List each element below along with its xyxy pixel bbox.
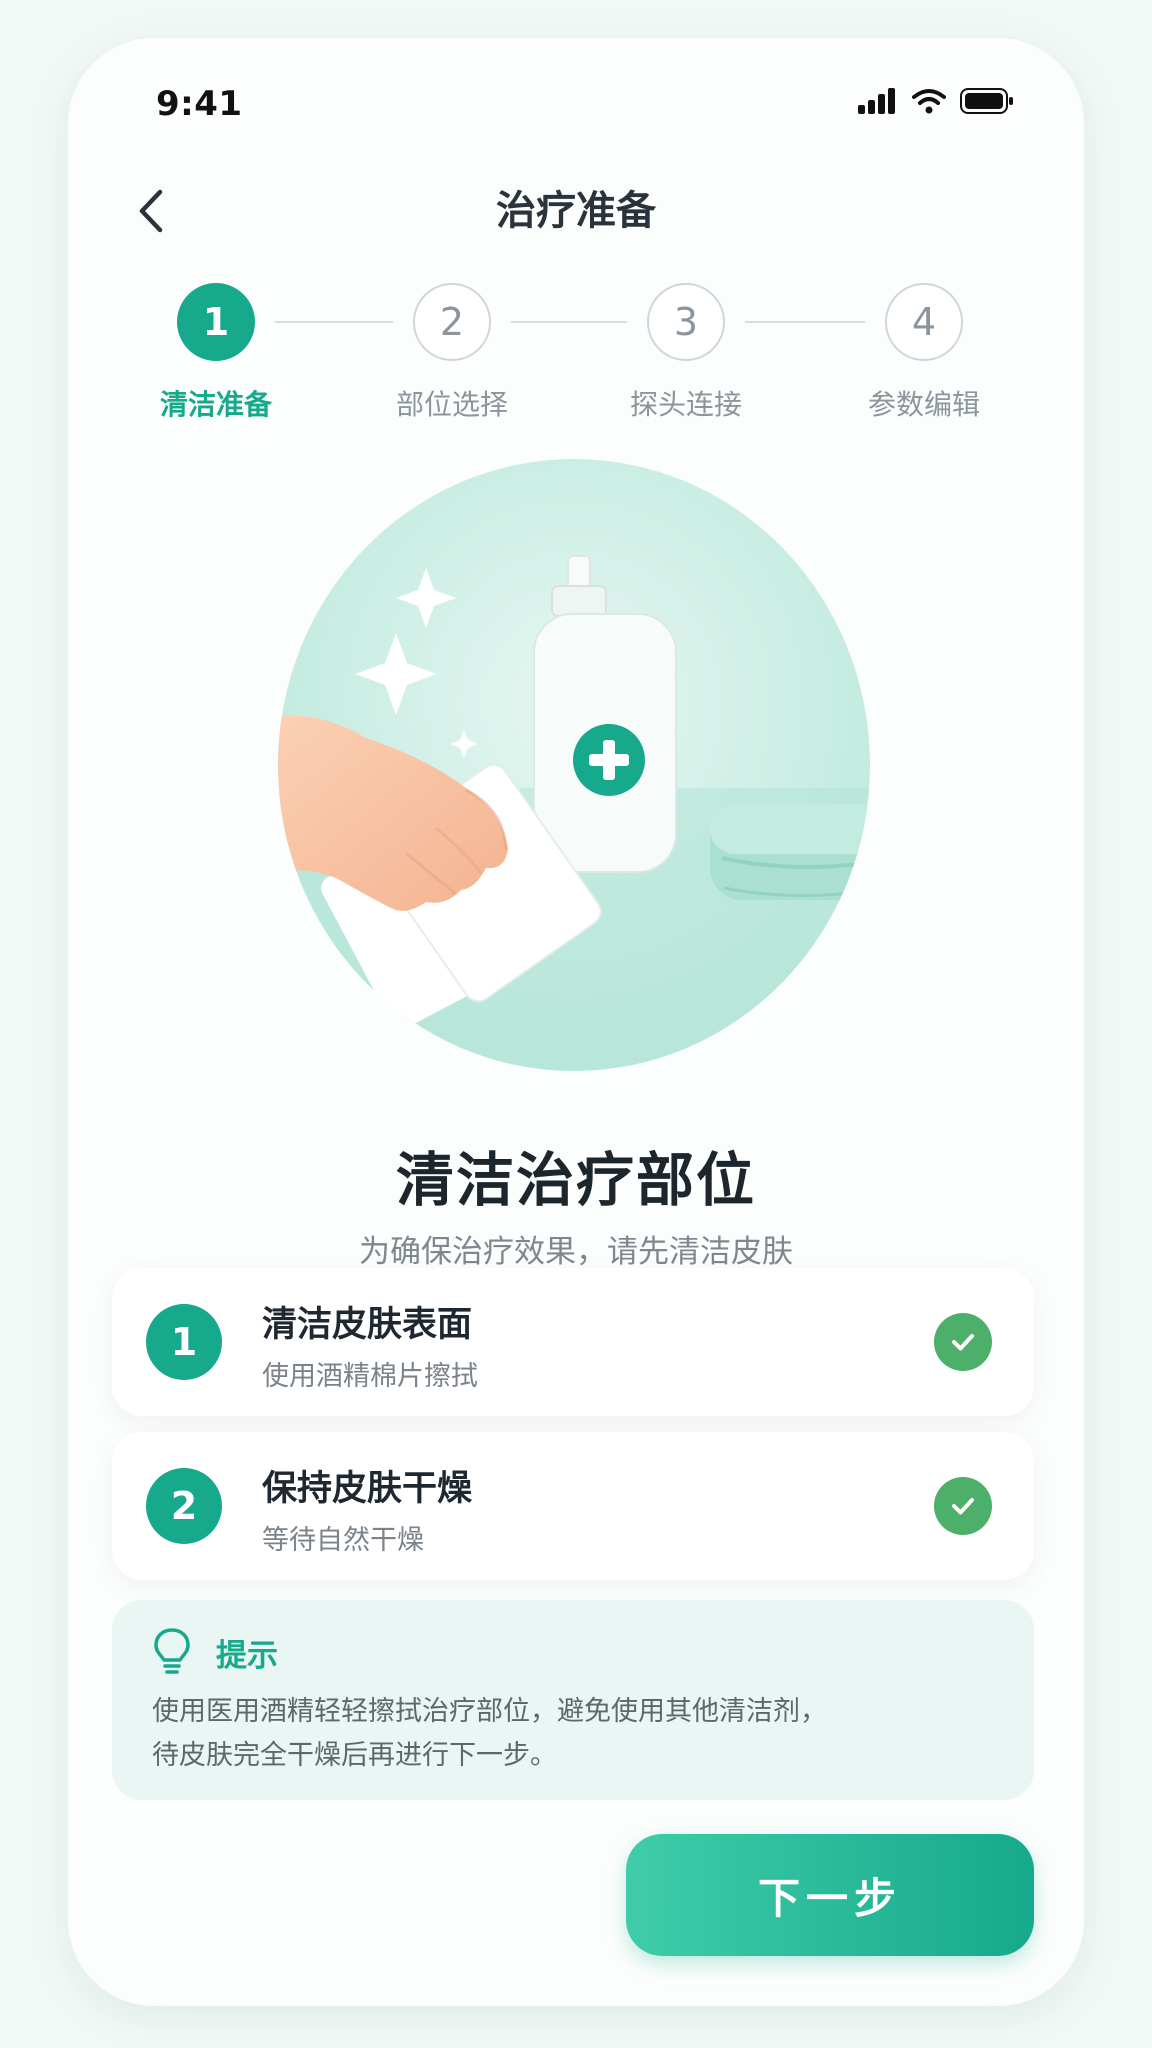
item-number: 2: [146, 1468, 222, 1544]
tip-line: 使用医用酒精轻轻擦拭治疗部位，避免使用其他清洁剂，: [152, 1696, 827, 1727]
item-subtitle: 使用酒精棉片擦拭: [262, 1361, 478, 1392]
step-label: 参数编辑: [867, 388, 980, 421]
tip-line: 待皮肤完全干燥后再进行下一步。: [152, 1740, 557, 1771]
checklist-item: 1 清洁皮肤表面 使用酒精棉片擦拭: [112, 1268, 1034, 1416]
step-probe-connection[interactable]: 3 探头连接: [596, 283, 776, 423]
folded-towel: [710, 804, 870, 900]
item-title: 保持皮肤干燥: [262, 1469, 473, 1509]
phone-frame: 9:41 治疗准备 1 清洁准备 2 部位选择 3 探头连接 4 参数编辑 清洁…: [68, 38, 1084, 2006]
item-number: 1: [146, 1304, 222, 1380]
step-label: 探头连接: [629, 388, 742, 421]
section-subtitle: 为确保治疗效果，请先清洁皮肤: [359, 1234, 793, 1270]
status-time: 9:41: [156, 84, 243, 124]
next-button[interactable]: 下一步: [626, 1834, 1034, 1956]
lightbulb-icon: [154, 1628, 190, 1674]
item-subtitle: 等待自然干燥: [262, 1525, 424, 1556]
step-number: 1: [177, 283, 255, 361]
signal-icon: [858, 88, 895, 114]
step-label: 部位选择: [395, 388, 508, 421]
step-cleaning-prep[interactable]: 1 清洁准备: [126, 283, 306, 423]
step-parameter-edit[interactable]: 4 参数编辑: [834, 283, 1014, 423]
check-icon: [934, 1477, 992, 1535]
tip-title: 提示: [216, 1638, 278, 1674]
step-number: 4: [885, 283, 963, 361]
step-label: 清洁准备: [159, 388, 272, 421]
step-site-selection[interactable]: 2 部位选择: [362, 283, 542, 423]
wifi-icon: [912, 89, 946, 114]
item-title: 清洁皮肤表面: [262, 1305, 473, 1345]
status-icons: [858, 88, 1014, 114]
battery-icon: [960, 88, 1013, 114]
checklist-item: 2 保持皮肤干燥 等待自然干燥: [112, 1432, 1034, 1580]
step-number: 3: [647, 283, 725, 361]
page-title: 治疗准备: [496, 188, 656, 234]
cleaning-illustration: [278, 459, 870, 1071]
check-icon: [934, 1313, 992, 1371]
tip-box: 提示 使用医用酒精轻轻擦拭治疗部位，避免使用其他清洁剂， 待皮肤完全干燥后再进行…: [112, 1600, 1034, 1800]
step-number: 2: [413, 283, 491, 361]
section-heading: 清洁治疗部位: [395, 1146, 756, 1214]
tip-body: 使用医用酒精轻轻擦拭治疗部位，避免使用其他清洁剂， 待皮肤完全干燥后再进行下一步…: [152, 1690, 1012, 1778]
